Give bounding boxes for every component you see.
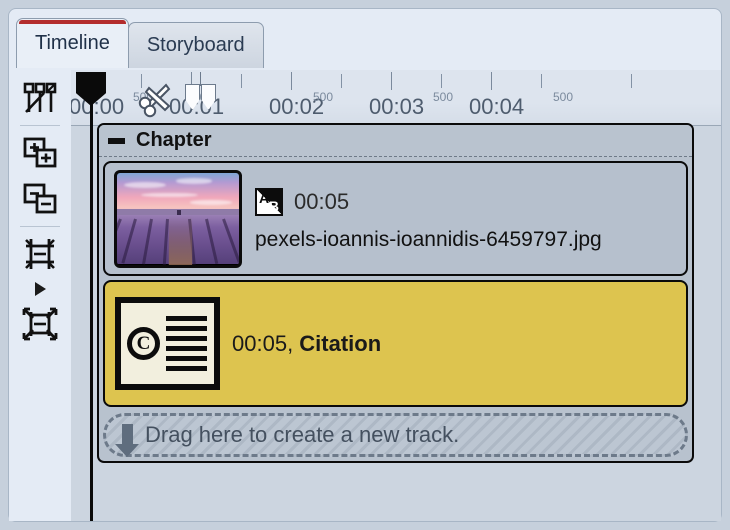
ruler-label-major: 00:04 [469,94,525,119]
clip-thumbnail [114,169,242,268]
citation-label: Citation [299,330,382,356]
dropzone-label: Drag here to create a new track. [145,422,460,447]
view-tabbar: Timeline Storyboard [16,16,264,68]
thumbnail-path [168,214,192,265]
timeline-editor-window: Timeline Storyboard 00:00 00:01 00:02 00… [0,0,730,530]
fit-screen-icon[interactable] [17,302,63,346]
zoom-in-icon[interactable] [17,131,63,175]
timeline-view-icon[interactable] [17,76,63,120]
chapter-header[interactable]: Chapter [99,125,692,157]
clip-duration: 00:05 [294,189,350,214]
left-toolbar [9,70,71,521]
transition-label-b: B [268,198,279,214]
citation-separator: , [287,330,300,356]
tab-timeline-label: Timeline [35,32,110,54]
zoom-out-icon[interactable] [17,177,63,221]
copyright-citation-icon: C [115,297,220,390]
tab-storyboard[interactable]: Storyboard [127,22,264,68]
citation-label-group: 00:05, Citation [232,331,381,357]
ruler-tick-minor [341,74,342,88]
toolbar-divider-1 [20,125,60,126]
ruler-tick-major [291,72,292,90]
track-row-citation[interactable]: C 00:05, Citation [103,280,688,407]
down-arrow-icon [115,424,139,457]
playhead-line [90,100,93,521]
copyright-symbol: C [127,327,160,360]
new-track-dropzone[interactable]: Drag here to create a new track. [103,413,688,457]
clip-filename: pexels-ioannis-ioannidis-6459797.jpg [255,228,602,251]
ruler-label-minor: 500 [433,90,454,104]
chapter-title: Chapter [136,129,212,151]
minus-icon[interactable] [108,137,125,144]
tab-storyboard-label: Storyboard [146,34,245,56]
thumbnail-cloud [124,181,166,189]
marker-stem [200,72,201,86]
ruler-label-major: 00:03 [369,94,425,119]
ruler-tick-major [491,72,492,90]
ruler-tick-minor [541,74,542,88]
timeline-area[interactable]: 00:00 00:01 00:02 00:03 00:04 500 500 50… [71,70,721,521]
ruler-tick-minor [441,74,442,88]
thumbnail-cloud [175,178,213,184]
scissors-icon[interactable] [136,82,180,125]
ruler-tick-minor [241,74,242,88]
transition-ab-icon[interactable]: A B [255,188,283,216]
ruler-label-minor: 500 [553,90,574,104]
ruler-tick-major [391,72,392,90]
transition-label-a: A [259,190,270,206]
track-row-image[interactable]: A B 00:05 pexels-ioannis-ioannidis-64597… [103,161,688,276]
tab-timeline[interactable]: Timeline [16,18,129,68]
chapter-panel: Chapter A B 00:05 pexels-ioannis-ioannid… [97,123,694,463]
clip-info: A B 00:05 pexels-ioannis-ioannidis-64597… [255,185,602,252]
citation-lines [166,316,214,371]
play-arrow-icon[interactable] [17,278,63,300]
toolbar-divider-2 [20,226,60,227]
thumbnail-cloud [190,200,232,205]
fit-width-icon[interactable] [17,232,63,276]
citation-duration: 00:05 [232,330,288,356]
ruler-label-minor: 500 [313,90,334,104]
ruler-tick-minor [631,74,632,88]
